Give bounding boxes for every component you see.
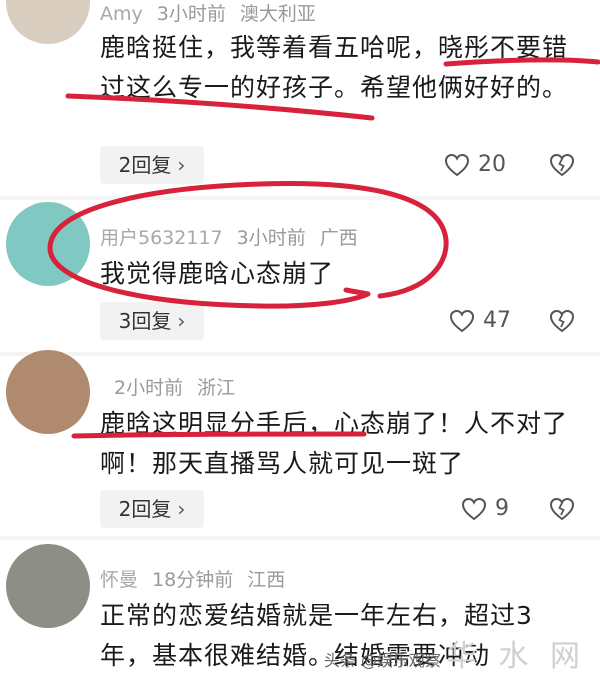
comment-text: 我觉得鹿晗心态崩了 — [100, 259, 335, 288]
like-button[interactable]: 47 — [449, 302, 511, 340]
comment-time: 2小时前 — [114, 377, 184, 399]
like-button[interactable]: 20 — [444, 146, 506, 184]
comment-card: 2小时前 浙江 鹿晗这明显分手后，心态崩了！人不对了啊！那天直播骂人就可见一斑了 … — [0, 350, 600, 536]
watermark-logo: 华 水 网 — [446, 639, 586, 674]
comment-meta: Amy 3小时前 澳大利亚 — [100, 0, 330, 28]
username[interactable]: 怀曼 — [100, 569, 138, 591]
chevron-right-icon: › — [177, 153, 186, 177]
comment-time: 18分钟前 — [152, 569, 234, 591]
comment-meta: 用户5632117 3小时前 广西 — [100, 224, 372, 252]
broken-heart-icon[interactable] — [549, 309, 575, 333]
username[interactable]: 用户5632117 — [100, 227, 223, 249]
comment-location: 浙江 — [197, 377, 236, 399]
username[interactable]: Amy — [100, 3, 143, 25]
comment-text: 鹿晗挺住，我等着看五哈呢，晓彤不要错过这么专一的好孩子。希望他俩好好的。 — [100, 33, 569, 102]
reply-button[interactable]: 2回复 › — [100, 490, 204, 528]
like-count: 9 — [495, 496, 509, 521]
comment-location: 江西 — [247, 569, 286, 591]
broken-heart-icon[interactable] — [549, 153, 575, 177]
like-count: 47 — [483, 308, 511, 333]
comment-meta: 2小时前 浙江 — [100, 374, 249, 402]
chevron-right-icon: › — [177, 497, 186, 521]
comment-time: 3小时前 — [156, 3, 226, 25]
comment-location: 澳大利亚 — [239, 3, 316, 25]
heart-icon — [449, 309, 475, 333]
heart-icon — [444, 153, 470, 177]
avatar[interactable] — [6, 0, 90, 44]
reply-button[interactable]: 2回复 › — [100, 146, 204, 184]
heart-icon — [461, 497, 487, 521]
chevron-right-icon: › — [177, 309, 186, 333]
avatar[interactable] — [6, 202, 90, 286]
comment-card: 用户5632117 3小时前 广西 我觉得鹿晗心态崩了 3回复 › 47 — [0, 200, 600, 352]
reply-button[interactable]: 3回复 › — [100, 302, 204, 340]
reply-label: 3回复 — [118, 309, 172, 333]
reply-label: 2回复 — [118, 153, 172, 177]
comment-location: 广西 — [319, 227, 358, 249]
like-button[interactable]: 9 — [461, 490, 509, 528]
comment-card: Amy 3小时前 澳大利亚 鹿晗挺住，我等着看五哈呢，晓彤不要错过这么专一的好孩子。… — [0, 0, 600, 196]
watermark: 头条 @娱乐观察华 水 网 — [324, 642, 586, 672]
like-count: 20 — [478, 152, 506, 177]
comment-text: 鹿晗这明显分手后，心态崩了！人不对了啊！那天直播骂人就可见一斑了 — [100, 409, 569, 478]
reply-label: 2回复 — [118, 497, 172, 521]
watermark-source: 头条 @娱乐观察 — [323, 651, 441, 670]
comment-time: 3小时前 — [236, 227, 306, 249]
comment-meta: 怀曼 18分钟前 江西 — [100, 566, 299, 594]
avatar[interactable] — [6, 350, 90, 434]
avatar[interactable] — [6, 544, 90, 628]
broken-heart-icon[interactable] — [549, 497, 575, 521]
